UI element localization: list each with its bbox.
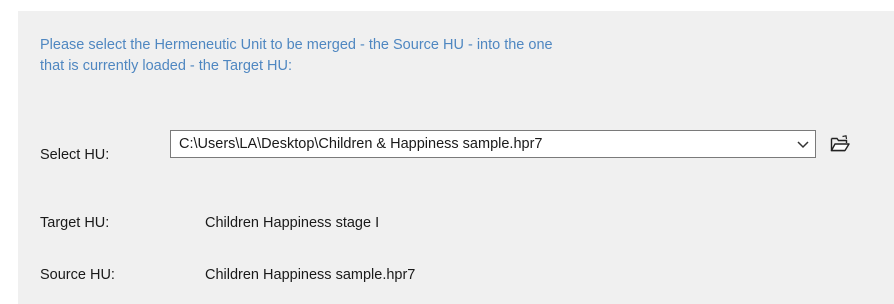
merge-dialog-panel: Please select the Hermeneutic Unit to be… <box>18 11 894 304</box>
select-hu-value: C:\Users\LA\Desktop\Children & Happiness… <box>179 136 543 152</box>
source-hu-value: Children Happiness sample.hpr7 <box>205 267 416 283</box>
target-hu-label: Target HU: <box>40 215 110 231</box>
open-folder-icon[interactable] <box>830 135 850 153</box>
instructions-line-2: that is currently loaded - the Target HU… <box>40 58 292 74</box>
target-hu-value: Children Happiness stage I <box>205 215 380 231</box>
select-hu-combobox[interactable]: C:\Users\LA\Desktop\Children & Happiness… <box>170 130 816 158</box>
instructions-text: Please select the Hermeneutic Unit to be… <box>40 35 740 77</box>
source-hu-label: Source HU: <box>40 267 115 283</box>
instructions-line-1: Please select the Hermeneutic Unit to be… <box>40 37 553 53</box>
chevron-down-icon[interactable] <box>797 140 809 149</box>
select-hu-label: Select HU: <box>40 147 110 163</box>
